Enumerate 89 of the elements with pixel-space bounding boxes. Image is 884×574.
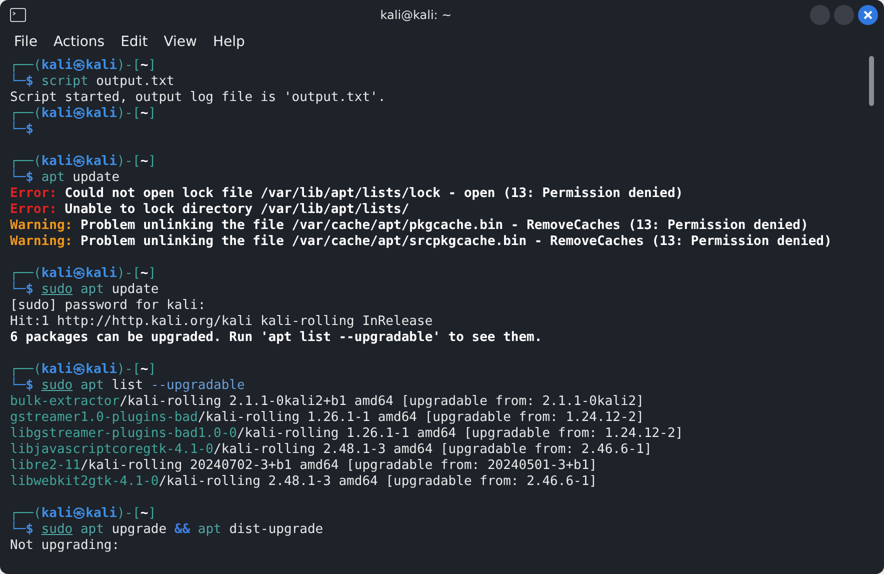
- output-line: Script started, output log file is 'output.txt'.: [10, 90, 386, 106]
- package-details: /kali-rolling 20240702-3+b1 amd64 [upgradable from: 20240501-3+b1]: [80, 458, 598, 474]
- prompt-directory: ~: [140, 154, 148, 170]
- output-line: 6 packages can be upgraded. Run 'apt list --upgradable' to see them.: [10, 330, 542, 346]
- prompt-frame: )-[: [116, 106, 140, 122]
- error-message: Unable to lock directory /var/lib/apt/lists/: [64, 202, 410, 218]
- menu-item[interactable]: Edit: [112, 34, 156, 50]
- prompt-frame: ]: [148, 106, 156, 122]
- warning-message: Problem unlinking the file /var/cache/apt/pkgcache.bin - RemoveCaches (13: Permission denied): [80, 218, 808, 234]
- prompt-frame: ]: [148, 506, 156, 522]
- command-argument: update: [72, 170, 120, 186]
- prompt-frame: ┌──(: [10, 58, 42, 74]
- prompt-user: kali㉿kali: [41, 58, 117, 74]
- prompt-directory: ~: [140, 506, 148, 522]
- command-name: apt: [80, 522, 104, 538]
- prompt-user: kali㉿kali: [41, 506, 117, 522]
- command-argument: dist-upgrade: [229, 522, 324, 538]
- prompt-directory: ~: [140, 362, 148, 378]
- menu-item[interactable]: Actions: [45, 34, 113, 50]
- command-argument: list: [112, 378, 144, 394]
- terminal-icon: [10, 8, 26, 22]
- close-button[interactable]: [858, 5, 878, 25]
- prompt-directory: ~: [140, 106, 148, 122]
- command-name: apt: [198, 522, 222, 538]
- prompt-marker: └─$: [10, 522, 34, 538]
- prompt-frame: ┌──(: [10, 106, 42, 122]
- prompt-marker: └─$: [10, 170, 34, 186]
- warning-message: Problem unlinking the file /var/cache/apt/srcpkgcache.bin - RemoveCaches (13: Permission denied): [80, 234, 832, 250]
- prompt-frame: ┌──(: [10, 506, 42, 522]
- prompt-frame: ]: [148, 154, 156, 170]
- prompt-marker: └─$: [10, 282, 34, 298]
- command-name: apt: [41, 170, 65, 186]
- prompt-marker: └─$: [10, 378, 34, 394]
- prompt-frame: ]: [148, 362, 156, 378]
- package-details: /kali-rolling 1.26.1-1 amd64 [upgradable from: 1.24.12-2]: [236, 426, 684, 442]
- prompt-frame: ┌──(: [10, 266, 42, 282]
- menu-item[interactable]: Help: [204, 34, 253, 50]
- command-name: sudo: [41, 522, 73, 538]
- command-name: apt: [80, 282, 104, 298]
- package-details: /kali-rolling 2.48.1-3 amd64 [upgradable from: 2.46.6-1]: [214, 442, 652, 458]
- prompt-user: kali㉿kali: [41, 362, 117, 378]
- package-name: bulk-extractor: [10, 394, 120, 410]
- output-line: Not upgrading:: [10, 538, 120, 554]
- prompt-frame: )-[: [116, 58, 140, 74]
- command-name: sudo: [41, 378, 73, 394]
- prompt-frame: ]: [148, 58, 156, 74]
- package-name: libre2-11: [10, 458, 80, 474]
- prompt-frame: )-[: [116, 506, 140, 522]
- command-argument: upgrade: [112, 522, 167, 538]
- command-argument: update: [112, 282, 159, 298]
- package-name: libjavascriptcoregtk-4.1-0: [10, 442, 214, 458]
- prompt-directory: ~: [140, 266, 148, 282]
- warning-label: Warning:: [10, 234, 73, 250]
- prompt-frame: )-[: [116, 266, 140, 282]
- command-operator: &&: [174, 522, 190, 538]
- prompt-frame: ┌──(: [10, 154, 42, 170]
- command-name: script: [41, 74, 88, 90]
- output-line: Hit:1 http://http.kali.org/kali kali-rolling InRelease: [10, 314, 433, 330]
- package-name: libgstreamer-plugins-bad1.0-0: [10, 426, 237, 442]
- prompt-marker: └─$: [10, 122, 34, 138]
- window-title: kali@kali: ~: [379, 8, 453, 22]
- prompt-user: kali㉿kali: [41, 106, 117, 122]
- prompt-directory: ~: [140, 58, 148, 74]
- command-name: sudo: [41, 282, 73, 298]
- scrollbar-thumb[interactable]: [869, 56, 874, 106]
- close-icon: [863, 10, 873, 20]
- menu-item[interactable]: File: [6, 34, 46, 50]
- prompt-user: kali㉿kali: [41, 154, 117, 170]
- menu-item[interactable]: View: [156, 34, 205, 50]
- package-details: /kali-rolling 2.1.1-0kali2+b1 amd64 [upgradable from: 2.1.1-0kali2]: [120, 394, 644, 410]
- error-message: Could not open lock file /var/lib/apt/lists/lock - open (13: Permission denied): [64, 186, 684, 202]
- package-details: /kali-rolling 2.48.1-3 amd64 [upgradable from: 2.46.6-1]: [158, 474, 598, 490]
- error-label: Error:: [10, 186, 57, 202]
- command-name: apt: [80, 378, 104, 394]
- package-details: /kali-rolling 1.26.1-1 amd64 [upgradable from: 1.24.12-2]: [198, 410, 644, 426]
- prompt-frame: )-[: [116, 154, 140, 170]
- warning-label: Warning:: [10, 218, 73, 234]
- output-line: [sudo] password for kali:: [10, 298, 206, 314]
- package-name: libwebkit2gtk-4.1-0: [10, 474, 159, 490]
- prompt-frame: )-[: [116, 362, 140, 378]
- package-name: gstreamer1.0-plugins-bad: [10, 410, 198, 426]
- command-argument: output.txt: [96, 74, 174, 90]
- prompt-frame: ]: [148, 266, 156, 282]
- command-option: --upgradable: [150, 378, 245, 394]
- error-label: Error:: [10, 202, 57, 218]
- prompt-frame: ┌──(: [10, 362, 42, 378]
- prompt-user: kali㉿kali: [41, 266, 117, 282]
- minimize-button[interactable]: [810, 5, 830, 25]
- prompt-marker: └─$: [10, 74, 34, 90]
